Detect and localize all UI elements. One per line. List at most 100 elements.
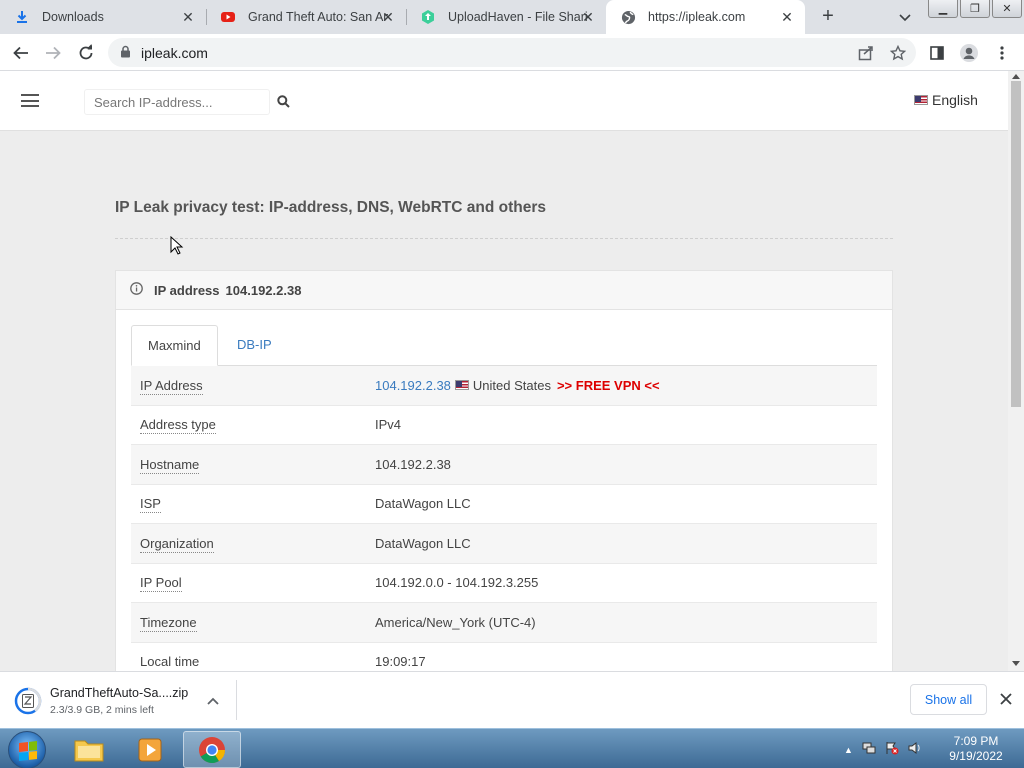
row-value: 104.192.2.38 United States >> FREE VPN <… xyxy=(375,378,660,393)
us-flag-icon xyxy=(914,95,928,105)
menu-button[interactable] xyxy=(991,42,1013,64)
download-icon xyxy=(14,9,30,25)
us-flag-icon xyxy=(454,380,469,391)
close-icon[interactable]: ✕ xyxy=(580,9,596,25)
show-all-button[interactable]: Show all xyxy=(910,684,987,715)
table-row: IP Address 104.192.2.38 United States >>… xyxy=(131,366,877,406)
tab-title: UploadHaven - File Sharing xyxy=(448,10,588,24)
media-player-taskbar-button[interactable] xyxy=(121,731,179,768)
network-icon[interactable] xyxy=(862,741,876,758)
row-label[interactable]: IP Pool xyxy=(140,575,182,593)
ip-info-panel: IP address 104.192.2.38 Maxmind DB-IP IP… xyxy=(115,270,893,671)
new-tab-button[interactable]: + xyxy=(816,5,840,29)
windows-taskbar: ▲ 7:09 PM 9/19/2022 xyxy=(0,728,1024,768)
forward-arrow-icon xyxy=(46,46,61,60)
row-value: DataWagon LLC xyxy=(375,535,471,551)
row-value: 104.192.2.38 xyxy=(375,456,451,472)
file-explorer-taskbar-button[interactable] xyxy=(60,731,118,768)
panel-heading-ip: 104.192.2.38 xyxy=(225,282,302,298)
reload-button[interactable] xyxy=(75,42,97,64)
folder-icon xyxy=(74,740,104,761)
row-value: America/New_York (UTC-4) xyxy=(375,614,536,630)
download-separator xyxy=(236,680,237,720)
tab-db-ip[interactable]: DB-IP xyxy=(221,325,288,366)
address-bar[interactable]: ipleak.com xyxy=(108,38,916,67)
back-button[interactable] xyxy=(10,42,32,64)
scrollbar-thumb[interactable] xyxy=(1011,81,1021,407)
scroll-down-arrow-icon[interactable] xyxy=(1012,661,1020,666)
restore-button[interactable]: ❐ xyxy=(960,0,990,18)
scroll-up-arrow-icon[interactable] xyxy=(1012,74,1020,79)
back-arrow-icon xyxy=(13,46,28,60)
share-button[interactable] xyxy=(855,42,877,64)
tab-downloads[interactable]: Downloads ✕ xyxy=(0,0,206,34)
close-window-button[interactable]: ✕ xyxy=(992,0,1022,18)
taskbar-clock[interactable]: 7:09 PM 9/19/2022 xyxy=(936,734,1016,764)
share-icon xyxy=(858,46,873,61)
side-panel-button[interactable] xyxy=(926,42,948,64)
ip-address-link[interactable]: 104.192.2.38 xyxy=(375,378,451,393)
row-label[interactable]: Timezone xyxy=(140,614,197,632)
minimize-button[interactable]: ▁ xyxy=(928,0,958,18)
action-center-flag-icon[interactable] xyxy=(885,741,899,758)
zip-file-icon xyxy=(14,687,42,715)
close-icon[interactable]: ✕ xyxy=(380,9,396,25)
row-label[interactable]: IP Address xyxy=(140,377,203,395)
tab-strip: Downloads ✕ Grand Theft Auto: San Andrea… xyxy=(0,0,1024,34)
forward-button[interactable] xyxy=(42,42,64,64)
close-icon[interactable]: ✕ xyxy=(180,9,196,25)
site-header: English xyxy=(0,71,1008,131)
panel-heading-label: IP address xyxy=(154,282,220,298)
windows-logo-icon xyxy=(19,741,37,761)
chevron-up-icon[interactable] xyxy=(206,694,220,709)
star-icon xyxy=(890,45,906,61)
bookmark-button[interactable] xyxy=(887,42,909,64)
page-scrollbar[interactable] xyxy=(1008,71,1024,671)
table-row: Organization DataWagon LLC xyxy=(131,524,877,564)
search-icon[interactable] xyxy=(277,95,291,109)
more-vert-icon xyxy=(1000,46,1004,60)
provider-tabs: Maxmind DB-IP xyxy=(131,325,877,366)
download-file-name: GrandTheftAuto-Sa....zip xyxy=(50,686,189,700)
title-divider xyxy=(115,238,893,239)
row-label: Local time xyxy=(140,654,200,670)
lock-icon[interactable] xyxy=(120,45,131,61)
browser-toolbar: ipleak.com xyxy=(0,34,1024,71)
close-icon[interactable]: ✕ xyxy=(779,9,795,25)
tab-ipleak[interactable]: https://ipleak.com ✕ xyxy=(606,0,805,34)
tab-title: https://ipleak.com xyxy=(648,10,746,24)
chrome-taskbar-button[interactable] xyxy=(183,731,241,768)
globe-icon xyxy=(620,9,636,25)
panel-heading: IP address 104.192.2.38 xyxy=(116,271,892,310)
clock-date: 9/19/2022 xyxy=(949,749,1003,763)
tab-maxmind[interactable]: Maxmind xyxy=(131,325,218,366)
language-label: English xyxy=(932,92,978,108)
table-row: Timezone America/New_York (UTC-4) xyxy=(131,603,877,643)
profile-button[interactable] xyxy=(958,42,980,64)
volume-icon[interactable] xyxy=(908,741,922,758)
tray-expand-icon[interactable]: ▲ xyxy=(844,745,853,755)
row-label[interactable]: Hostname xyxy=(140,456,200,474)
hamburger-menu-icon[interactable] xyxy=(21,94,39,107)
row-value: 19:09:17 xyxy=(375,654,426,670)
row-label[interactable]: ISP xyxy=(140,496,161,514)
profile-avatar-icon xyxy=(960,44,978,62)
free-vpn-link[interactable]: >> FREE VPN << xyxy=(557,378,660,393)
tab-search-chevron-icon[interactable] xyxy=(896,8,914,26)
row-label[interactable]: Address type xyxy=(140,417,216,435)
ip-search-input[interactable] xyxy=(84,89,270,115)
system-tray: ▲ xyxy=(844,741,922,758)
download-item[interactable]: GrandTheftAuto-Sa....zip 2.3/3.9 GB, 2 m… xyxy=(14,682,236,720)
row-value: 104.192.0.0 - 104.192.3.255 xyxy=(375,575,539,591)
reload-icon xyxy=(79,44,93,60)
tab-uploadhaven[interactable]: UploadHaven - File Sharing ✕ xyxy=(406,0,606,34)
page-title: IP Leak privacy test: IP-address, DNS, W… xyxy=(115,199,546,216)
close-icon[interactable] xyxy=(997,690,1015,708)
info-icon xyxy=(130,282,143,298)
chrome-icon xyxy=(199,736,226,763)
row-label[interactable]: Organization xyxy=(140,535,214,553)
tab-title: Downloads xyxy=(42,10,104,24)
start-button[interactable] xyxy=(8,731,46,768)
tab-gta[interactable]: Grand Theft Auto: San Andreas ✕ xyxy=(206,0,406,34)
language-selector[interactable]: English xyxy=(914,92,978,108)
